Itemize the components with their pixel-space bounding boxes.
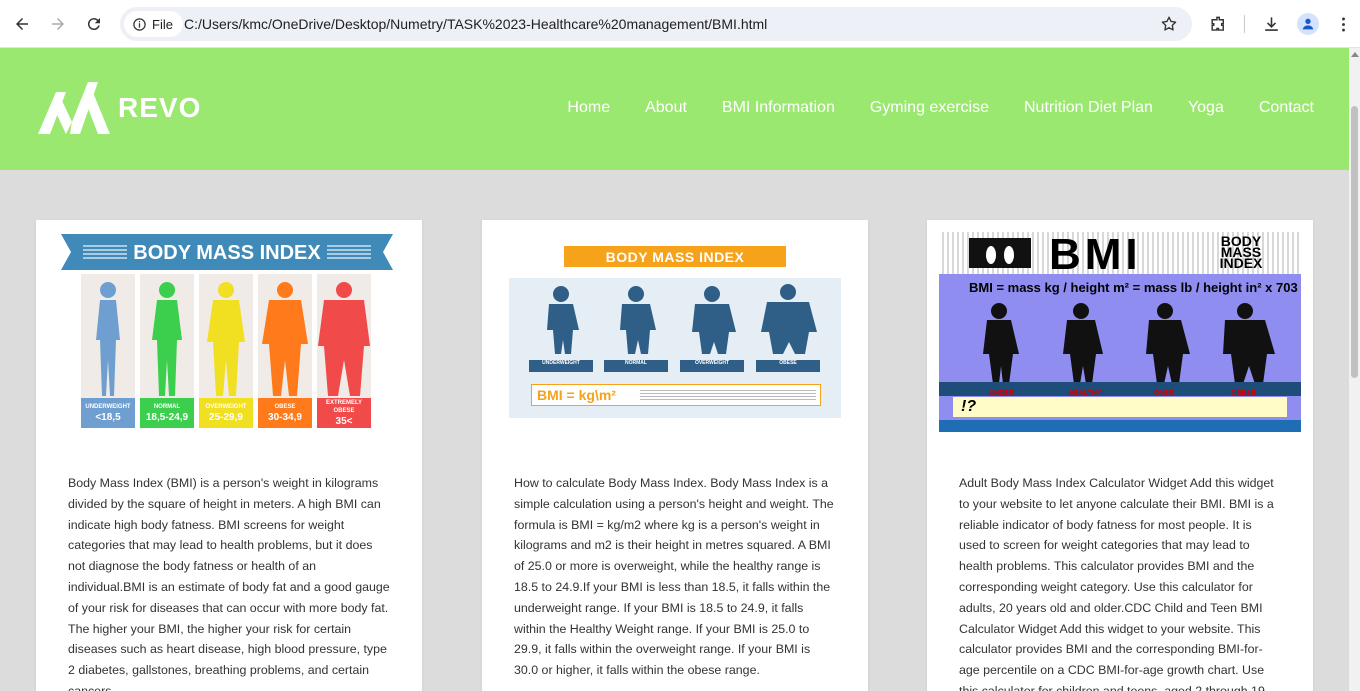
card-3-subtitle: BODY MASS INDEX: [1219, 233, 1263, 271]
card-1-description: Body Mass Index (BMI) is a person's weig…: [68, 476, 390, 691]
card-2-cat-overweight: OVERWEIGHT: [680, 360, 744, 372]
card-1-category-grid: UNDERWEIGHT <18,5 NORMAL 18,5-24,9 OVERWEI…: [81, 274, 371, 428]
main-nav: Home About BMI Information Gyming exerci…: [567, 99, 1314, 117]
card-2-body-figures: [547, 284, 817, 354]
scrollbar-thumb[interactable]: [1351, 106, 1358, 378]
card-3-title: BMI: [1049, 232, 1142, 279]
browser-toolbar: File C:/Users/kmc/OneDrive/Desktop/Numet…: [0, 0, 1360, 48]
forward-icon[interactable]: [46, 12, 70, 36]
card-2-formula: BMI = kg\m²: [537, 387, 616, 403]
card-3-footer-band: [939, 420, 1301, 432]
menu-kebab-icon[interactable]: [1332, 13, 1354, 35]
card-2-cat-obese: OBESE: [756, 360, 820, 372]
back-icon[interactable]: [10, 12, 34, 36]
profile-avatar-icon[interactable]: [1297, 13, 1319, 35]
category-normal: NORMAL 18,5-24,9: [140, 274, 194, 428]
site-logo[interactable]: REVO: [36, 78, 201, 138]
category-extremely-obese: EXTREMELY OBESE 35<: [317, 274, 371, 428]
category-obese: OBESE 30-34,9: [258, 274, 312, 428]
category-underweight: UNDERWEIGHT <18,5: [81, 274, 135, 428]
card-2-cat-underweight: UNDERWEIGHT: [529, 360, 593, 372]
card-2-formula-box: BMI = kg\m²: [531, 384, 821, 406]
nav-about[interactable]: About: [645, 99, 687, 117]
nav-contact[interactable]: Contact: [1259, 99, 1314, 117]
card-2-description: How to calculate Body Mass Index. Body M…: [514, 476, 834, 678]
card-1-banner: BODY MASS INDEX: [61, 234, 393, 270]
card-3-description: Adult Body Mass Index Calculator Widget …: [959, 476, 1274, 691]
site-chip-label: File: [152, 16, 173, 32]
card-3-cat-obese: OBESE: [1231, 390, 1256, 397]
card-2-cat-normal: NORMAL: [604, 360, 668, 372]
card-3-cat-under: UNDER: [989, 390, 1014, 397]
extensions-icon[interactable]: [1207, 13, 1229, 35]
footprints-icon: [969, 238, 1031, 268]
card-1-banner-title: BODY MASS INDEX: [133, 242, 321, 264]
bmi-infographic-2: UNDERWEIGHT NORMAL OVERWEIGHT OBESE BMI …: [509, 278, 841, 418]
card-2-banner: BODY MASS INDEX: [564, 246, 786, 267]
address-bar[interactable]: File C:/Users/kmc/OneDrive/Desktop/Numet…: [120, 7, 1192, 41]
card-3-prompt: !?: [953, 397, 1287, 417]
bmi-card-2: BODY MASS INDEX UNDERWEIGHT NORMAL OVERW…: [482, 220, 868, 691]
page-scrollbar[interactable]: [1349, 48, 1360, 691]
nav-bmi-information[interactable]: BMI Information: [722, 99, 835, 117]
bookmark-star-icon[interactable]: [1160, 15, 1178, 33]
card-3-cat-healthy: HEALTHY: [1069, 390, 1102, 397]
site-info-chip[interactable]: File: [124, 11, 183, 37]
bmi-card-1: BODY MASS INDEX UNDERWEIGHT <18,5 NORMAL 1…: [36, 220, 422, 691]
bmi-infographic-3: BMI BODY MASS INDEX BMI = mass kg / heig…: [939, 232, 1301, 432]
nav-home[interactable]: Home: [567, 99, 610, 117]
card-3-formula: BMI = mass kg / height m² = mass lb / he…: [969, 280, 1298, 295]
reload-icon[interactable]: [82, 12, 106, 36]
card-3-body-figures: [983, 303, 1275, 384]
scroll-up-arrow-icon[interactable]: [1351, 52, 1359, 57]
site-header: REVO Home About BMI Information Gyming e…: [0, 48, 1349, 170]
url-text[interactable]: C:/Users/kmc/OneDrive/Desktop/Numetry/TA…: [184, 16, 767, 32]
bmi-card-3: BMI BODY MASS INDEX BMI = mass kg / heig…: [927, 220, 1313, 691]
toolbar-divider: [1244, 15, 1245, 33]
nav-nutrition-diet-plan[interactable]: Nutrition Diet Plan: [1024, 99, 1153, 117]
logo-text: REVO: [118, 92, 202, 123]
info-icon: [133, 17, 146, 31]
revo-logo-icon: [38, 82, 110, 134]
nav-yoga[interactable]: Yoga: [1188, 99, 1224, 117]
category-overweight: OVERWEIGHT 25-29,9: [199, 274, 253, 428]
card-2-fine-print: [640, 390, 816, 402]
card-3-cat-over: OVER: [1154, 390, 1174, 397]
download-icon[interactable]: [1260, 13, 1282, 35]
nav-gyming-exercise[interactable]: Gyming exercise: [870, 99, 989, 117]
